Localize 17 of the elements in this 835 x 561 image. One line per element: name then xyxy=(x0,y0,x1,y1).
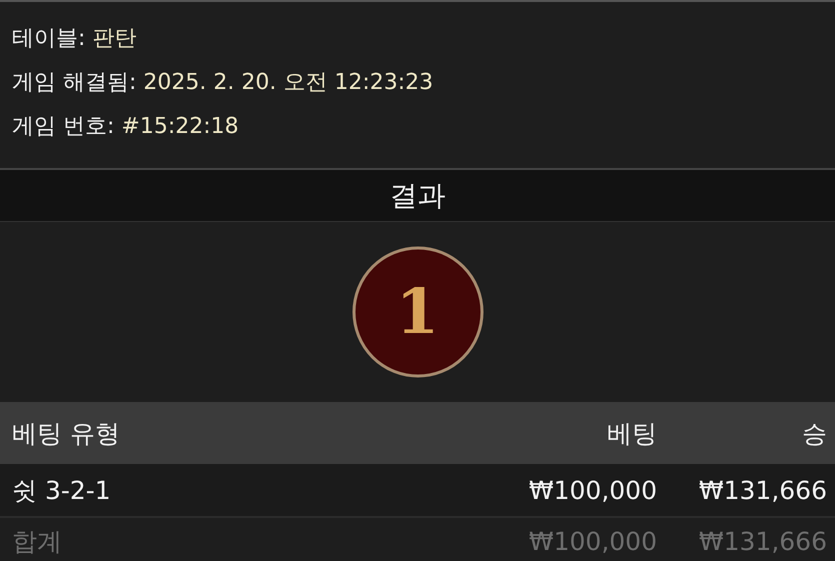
column-header: 베팅 xyxy=(606,418,657,450)
detail-value: #15:22:18 xyxy=(121,113,239,141)
column-header: 승 xyxy=(801,418,827,450)
table-cell-text: ₩131,666 xyxy=(698,526,827,556)
detail-label: 게임 해결됨: xyxy=(12,69,136,97)
table-cell-text: ₩100,000 xyxy=(528,476,657,504)
detail-label: 게임 번호: xyxy=(12,113,114,141)
table-cell-text: ₩131,666 xyxy=(698,476,827,504)
table-cell-text: 쉿 3-2-1 xyxy=(12,474,112,506)
detail-value: 판탄 xyxy=(92,25,136,53)
detail-value: 2025. 2. 20. 오전 12:23:23 xyxy=(143,69,434,97)
table-cell-text: ₩100,000 xyxy=(528,526,657,556)
column-header: 베팅 유형 xyxy=(12,418,121,450)
section-title: 결과 xyxy=(390,178,446,214)
table-cell-text: 합계 xyxy=(12,526,63,558)
detail-label: 테이블: xyxy=(12,25,86,53)
result-number: 1 xyxy=(396,281,440,343)
